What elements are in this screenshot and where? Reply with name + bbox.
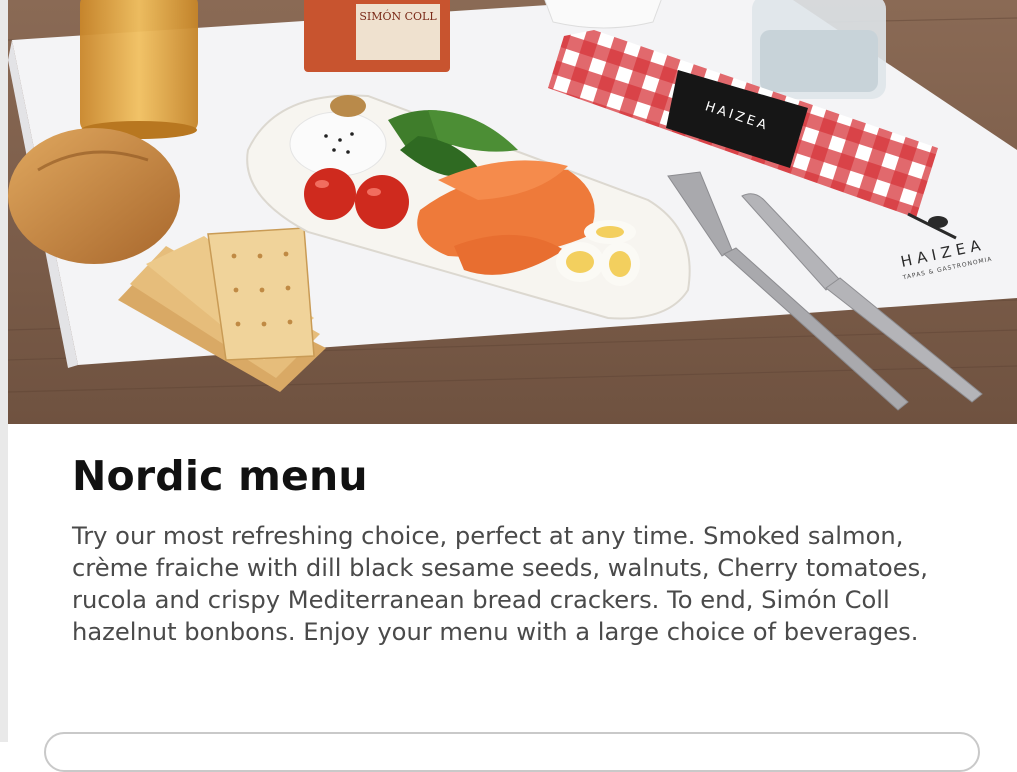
page-left-edge xyxy=(0,0,8,742)
chocolate-brand-text: SIMÓN COLL xyxy=(359,9,437,23)
bread-roll xyxy=(8,128,180,264)
next-card[interactable] xyxy=(44,732,980,772)
chocolate-box: SIMÓN COLL xyxy=(304,0,450,72)
water-glass xyxy=(752,0,886,99)
juice-glass xyxy=(80,0,198,139)
menu-title: Nordic menu xyxy=(72,452,368,500)
menu-description: Try our most refreshing choice, perfect … xyxy=(72,522,928,646)
menu-photo: SIMÓN COLL HAIZEA HAIZEA TAPAS & GASTRON… xyxy=(8,0,1017,424)
